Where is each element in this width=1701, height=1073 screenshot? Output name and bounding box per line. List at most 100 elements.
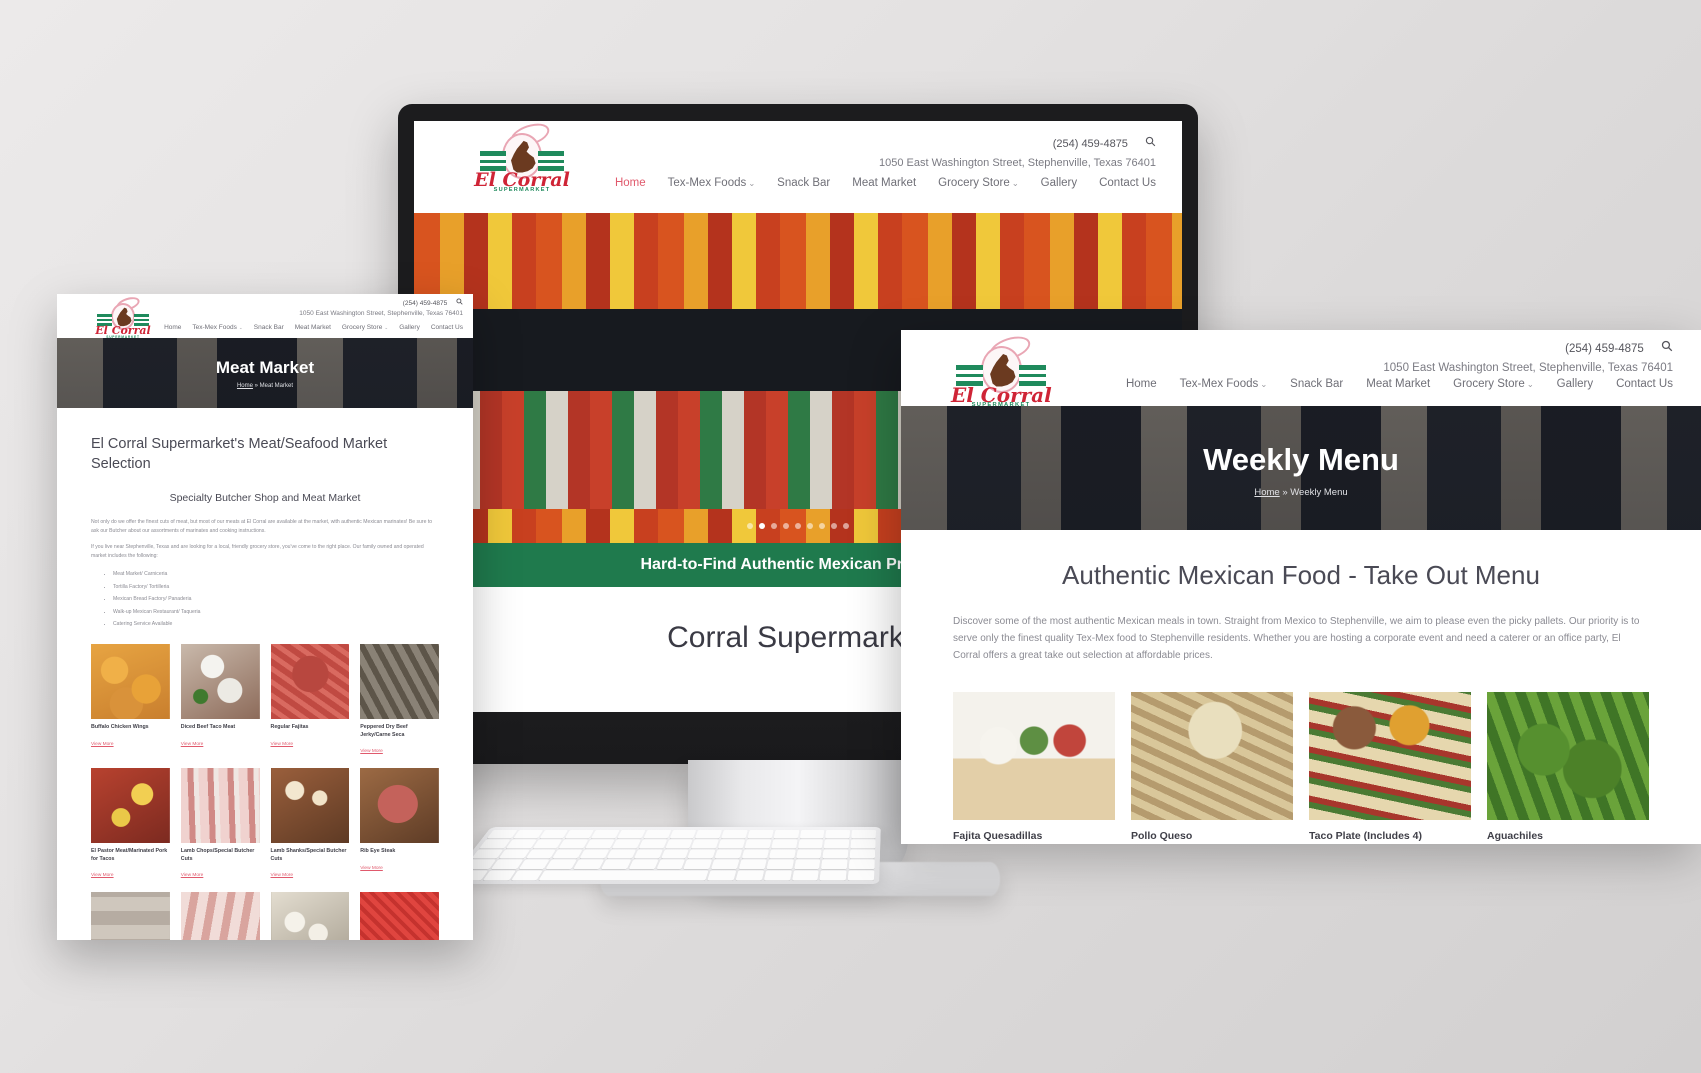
header-address: 1050 East Washington Street, Stephenvill… — [878, 157, 1156, 169]
el-corral-logo[interactable]: El Corral SUPERMARKET — [95, 294, 151, 339]
product-card[interactable]: Special Butcher CutsView More — [91, 892, 170, 940]
product-card[interactable]: El Pastor Meat/Marinated Pork for Tacos V… — [91, 768, 170, 881]
product-card[interactable]: Lean Ground BeefView More — [360, 892, 439, 940]
product-title: Lamb Chops/Special Butcher Cuts — [180, 848, 255, 862]
product-card[interactable]: Peppered Dry Beef Jerky/Carne Seca View M… — [360, 644, 439, 757]
site-header-imac: El Corral SUPERMARKET (254) 459-4875 105… — [414, 121, 1182, 213]
header-phone[interactable]: (254) 459-4875 — [1565, 343, 1644, 355]
product-image — [91, 644, 170, 720]
nav-item-gallery[interactable]: Gallery — [1041, 177, 1077, 189]
view-more-link[interactable]: View More — [181, 873, 204, 878]
nav-item-gallery[interactable]: Gallery — [1557, 378, 1593, 390]
breadcrumb: Home » Meat Market — [57, 378, 473, 389]
product-title: El Pastor Meat/Marinated Pork for Tacos — [91, 848, 168, 862]
menu-item-card[interactable]: Pollo Queso Lunch $8.99 — [1131, 692, 1293, 844]
nav-item-grocery-store[interactable]: Grocery Store ⌄ — [1453, 378, 1534, 390]
chevron-down-icon: ⌄ — [1011, 179, 1019, 188]
product-card[interactable]: Rib Eye Steak View More — [360, 768, 439, 881]
chevron-down-icon: ⌄ — [1260, 380, 1268, 389]
header-contact-block: (254) 459-4875 1050 East Washington Stre… — [299, 298, 463, 319]
keyboard-mockup — [446, 827, 881, 884]
list-item: Walk-up Mexican Restaurant/ Taqueria — [113, 606, 439, 618]
intro-paragraph: Discover some of the most authentic Mexi… — [953, 616, 1640, 661]
product-image — [180, 892, 260, 940]
view-more-link[interactable]: View More — [271, 742, 294, 747]
product-card[interactable]: Lamb Shanks/Special Butcher Cuts View Mor… — [270, 768, 350, 881]
product-card[interactable]: Suadero SteakView More — [180, 892, 260, 940]
nav-item-meat-market[interactable]: Meat Market — [1366, 378, 1430, 390]
product-image — [180, 644, 260, 720]
header-phone-row: (254) 459-4875 — [879, 135, 1156, 154]
list-item: Mexican Bread Factory/ Panaderia — [113, 593, 439, 605]
header-phone-row: (254) 459-4875 — [1383, 340, 1673, 359]
nav-item-snack-bar[interactable]: Snack Bar — [777, 177, 830, 189]
menu-item-image — [1309, 692, 1471, 820]
nav-item-contact-us[interactable]: Contact Us — [431, 324, 463, 331]
product-card[interactable]: Regular Fajitas View More — [270, 644, 350, 757]
nav-item-grocery-store[interactable]: Grocery Store ⌄ — [342, 324, 388, 331]
page-subheading: Specialty Butcher Shop and Meat Market — [169, 492, 361, 504]
search-icon[interactable] — [1661, 340, 1673, 359]
nav-item-tex-mex-foods[interactable]: Tex-Mex Foods ⌄ — [1180, 378, 1268, 390]
breadcrumb-home-link[interactable]: Home — [1254, 487, 1279, 498]
product-card[interactable]: Jalapeno PoppersView More — [270, 892, 350, 940]
header-phone-row: (254) 459-4875 — [299, 298, 463, 309]
header-phone[interactable]: (254) 459-4875 — [1053, 138, 1128, 150]
chevron-down-icon: ⌄ — [1526, 380, 1534, 389]
chevron-down-icon: ⌄ — [384, 325, 389, 330]
menu-item-title: Pollo Queso — [1131, 830, 1193, 842]
site-header-weekly-menu: El Corral SUPERMARKET (254) 459-4875 105… — [901, 330, 1701, 408]
feature-list: Meat Market/ Carniceria Tortilla Factory… — [91, 568, 439, 630]
nav-item-contact-us[interactable]: Contact Us — [1099, 177, 1156, 189]
view-more-link[interactable]: View More — [271, 873, 294, 878]
chevron-down-icon: ⌄ — [238, 325, 243, 330]
header-contact-block: (254) 459-4875 1050 East Washington Stre… — [1383, 340, 1673, 378]
menu-item-image — [1487, 692, 1649, 820]
product-card[interactable]: Lamb Chops/Special Butcher Cuts View More — [180, 768, 260, 881]
page-hero-meat-market: Meat Market Home » Meat Market — [57, 338, 473, 408]
nav-item-meat-market[interactable]: Meat Market — [295, 324, 331, 331]
logo-tagline: SUPERMARKET — [493, 187, 551, 193]
product-card[interactable]: Buffalo Chicken Wings View More — [91, 644, 170, 757]
view-more-link[interactable]: View More — [91, 873, 114, 878]
view-more-link[interactable]: View More — [360, 866, 383, 871]
menu-item-card[interactable]: Taco Plate (Includes 4) $9.99 View More — [1309, 692, 1471, 844]
nav-item-tex-mex-foods[interactable]: Tex-Mex Foods ⌄ — [668, 177, 756, 189]
product-card[interactable]: Diced Beef Taco Meat View More — [180, 644, 260, 757]
search-icon[interactable] — [456, 298, 463, 309]
el-corral-logo[interactable]: El Corral SUPERMARKET — [951, 332, 1052, 408]
view-more-link[interactable]: View More — [91, 742, 114, 747]
menu-item-image — [953, 692, 1115, 820]
nav-item-contact-us[interactable]: Contact Us — [1616, 378, 1673, 390]
page-heading: El Corral Supermarket's Meat/Seafood Mar… — [91, 436, 388, 472]
menu-item-image — [1131, 692, 1293, 820]
browser-window-meat-market[interactable]: El Corral SUPERMARKET (254) 459-4875 105… — [57, 294, 473, 940]
menu-item-card[interactable]: Aguachiles $15.99 — [1487, 692, 1649, 844]
nav-item-home[interactable]: Home — [164, 324, 181, 331]
nav-item-tex-mex-foods[interactable]: Tex-Mex Foods ⌄ — [192, 324, 242, 331]
site-weekly-menu: El Corral SUPERMARKET (254) 459-4875 105… — [901, 330, 1701, 844]
header-phone[interactable]: (254) 459-4875 — [403, 300, 447, 307]
nav-item-gallery[interactable]: Gallery — [399, 324, 420, 331]
menu-item-title: Taco Plate (Includes 4) — [1309, 830, 1423, 842]
breadcrumb-separator: » — [254, 383, 258, 389]
product-image — [360, 644, 439, 720]
keyboard-row — [479, 839, 876, 849]
main-nav-weekly-menu: Home Tex-Mex Foods ⌄ Snack Bar Meat Marke… — [1126, 378, 1673, 390]
nav-item-home[interactable]: Home — [615, 177, 646, 189]
view-more-link[interactable]: View More — [181, 742, 204, 747]
product-image — [360, 892, 439, 940]
page-title: Meat Market — [215, 358, 315, 377]
search-icon[interactable] — [1145, 135, 1156, 154]
nav-item-snack-bar[interactable]: Snack Bar — [1290, 378, 1343, 390]
nav-item-home[interactable]: Home — [1126, 378, 1157, 390]
product-image — [91, 892, 170, 940]
browser-window-weekly-menu[interactable]: El Corral SUPERMARKET (254) 459-4875 105… — [901, 330, 1701, 844]
el-corral-logo[interactable]: El Corral SUPERMARKET — [474, 121, 570, 193]
breadcrumb-home-link[interactable]: Home — [237, 383, 253, 389]
nav-item-snack-bar[interactable]: Snack Bar — [254, 324, 284, 331]
nav-item-grocery-store[interactable]: Grocery Store ⌄ — [938, 177, 1019, 189]
view-more-link[interactable]: View More — [360, 749, 383, 754]
menu-item-card[interactable]: Fajita Quesadillas View More — [953, 692, 1115, 844]
nav-item-meat-market[interactable]: Meat Market — [852, 177, 916, 189]
